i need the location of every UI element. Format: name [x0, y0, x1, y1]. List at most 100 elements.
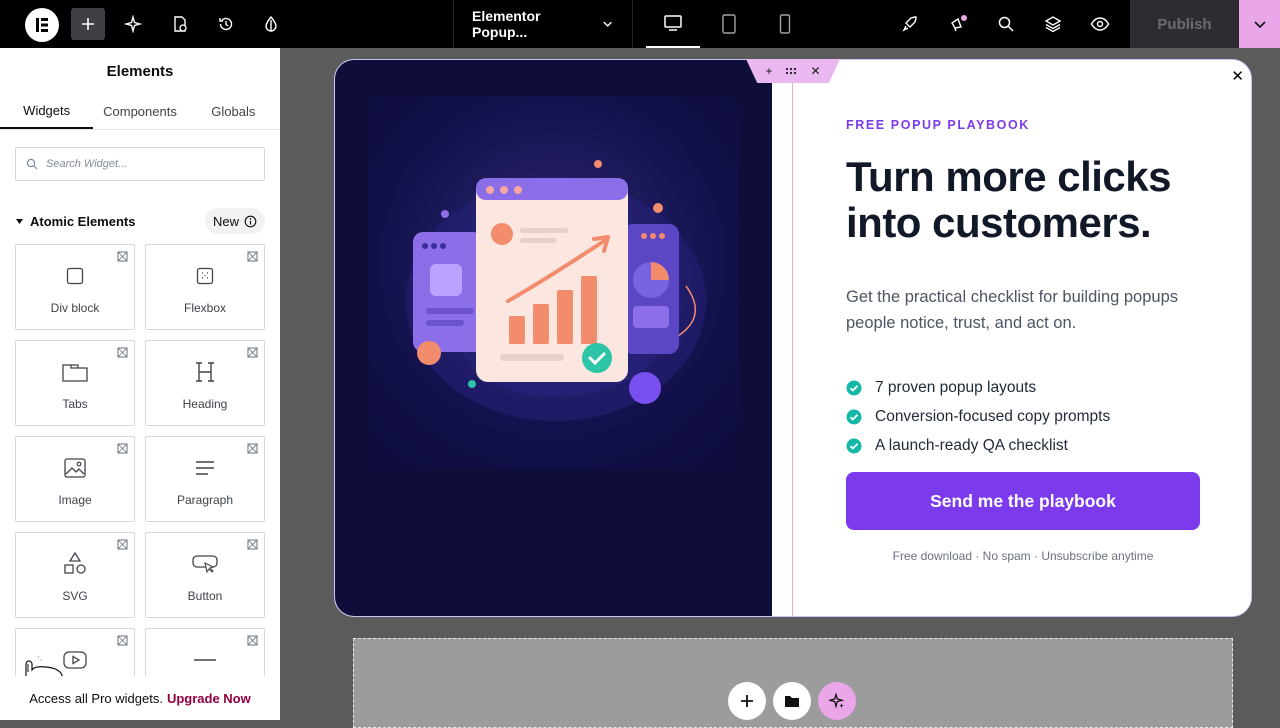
widget-label: Button [187, 589, 223, 603]
popup-illustration [368, 96, 738, 468]
history-icon[interactable] [211, 0, 241, 48]
tabs-icon [62, 364, 88, 382]
pro-lock-icon [247, 539, 258, 550]
chevron-down-icon [603, 21, 612, 27]
popup-container[interactable]: FREE POPUP PLAYBOOK Turn more clicks int… [334, 59, 1252, 617]
popup-content-column: FREE POPUP PLAYBOOK Turn more clicks int… [772, 60, 1251, 616]
widget-tabs[interactable]: Tabs [15, 340, 135, 426]
cta-button[interactable]: Send me the playbook [846, 472, 1200, 530]
list-item-text: A launch-ready QA checklist [875, 436, 1068, 454]
elements-panel: Elements Widgets Components Globals Sear… [0, 48, 280, 720]
widget-image[interactable]: Image [15, 436, 135, 522]
widget-label: Flexbox [183, 301, 227, 315]
chevron-down-icon [1253, 21, 1266, 29]
widget-label: Tabs [62, 397, 88, 411]
list-item: Conversion-focused copy prompts [846, 402, 1110, 431]
list-item: A launch-ready QA checklist [846, 431, 1110, 460]
pro-lock-icon [247, 443, 258, 454]
pro-lock-icon [247, 251, 258, 262]
container-handle[interactable]: + ✕ [746, 59, 840, 83]
plus-icon [741, 695, 753, 707]
tab-widgets[interactable]: Widgets [0, 94, 94, 129]
pro-lock-icon [117, 347, 128, 358]
folder-icon [785, 696, 799, 707]
style-drop-icon[interactable] [256, 0, 286, 48]
new-badge: New [204, 208, 265, 234]
tablet-view-button[interactable] [702, 0, 756, 48]
launch-rocket-icon[interactable] [895, 0, 925, 48]
document-title: Elementor Popup... [472, 8, 541, 40]
notifications-icon[interactable] [943, 0, 973, 48]
ai-sparkle-icon[interactable] [118, 0, 148, 48]
site-settings-icon[interactable] [165, 0, 195, 48]
delete-container-icon[interactable]: ✕ [810, 64, 820, 78]
svg-icon [64, 551, 86, 574]
button-icon [192, 555, 218, 574]
widget-flexbox[interactable]: Flexbox [145, 244, 265, 330]
upgrade-text: Access all Pro widgets. [29, 690, 163, 706]
widget-label: Paragraph [176, 493, 234, 507]
widget-heading[interactable]: Heading [145, 340, 265, 426]
paragraph-icon [196, 461, 214, 475]
mobile-icon [779, 14, 791, 34]
add-section-button[interactable] [728, 682, 766, 720]
panel-tabs: Widgets Components Globals [0, 94, 280, 130]
info-icon [244, 215, 257, 227]
document-title-dropdown[interactable]: Elementor Popup... [453, 0, 633, 48]
check-circle-icon [846, 409, 862, 424]
check-circle-icon [846, 438, 862, 453]
pro-lock-icon [117, 635, 128, 646]
div-block-icon [66, 267, 84, 285]
panel-title: Elements [106, 62, 174, 80]
ai-generate-button[interactable] [818, 682, 856, 720]
top-bar: Elementor Popup... Publish [0, 0, 1280, 48]
list-item-text: Conversion-focused copy prompts [875, 407, 1111, 425]
mobile-view-button[interactable] [758, 0, 812, 48]
upgrade-now-link[interactable]: Upgrade Now [167, 691, 251, 706]
widget-svg[interactable]: SVG [15, 532, 135, 618]
preview-eye-icon[interactable] [1085, 0, 1115, 48]
analytics-illustration [406, 160, 706, 421]
drag-grid-icon[interactable] [785, 67, 797, 75]
desktop-view-button[interactable] [646, 0, 700, 48]
category-atomic-elements[interactable]: Atomic Elements New [15, 208, 265, 234]
desktop-icon [664, 15, 682, 31]
search-icon [26, 158, 38, 170]
search-icon[interactable] [991, 0, 1021, 48]
pro-lock-icon [117, 539, 128, 550]
add-template-button[interactable] [773, 682, 811, 720]
ai-sparkle-icon [829, 693, 845, 709]
widget-label: Heading [182, 397, 228, 411]
layers-icon[interactable] [1038, 0, 1068, 48]
list-item: 7 proven popup layouts [846, 373, 1110, 402]
widget-label: Image [58, 493, 92, 507]
pro-lock-icon [117, 251, 128, 262]
widget-div-block[interactable]: Div block [15, 244, 135, 330]
add-container-icon[interactable]: + [765, 64, 772, 78]
upgrade-banner: Access all Pro widgets. Upgrade Now [0, 676, 280, 720]
caret-down-icon [16, 218, 23, 224]
widget-button[interactable]: Button [145, 532, 265, 618]
popup-image-column [335, 60, 772, 616]
divider-icon [194, 659, 216, 661]
close-popup-icon[interactable]: ✕ [1231, 67, 1244, 85]
list-item-text: 7 proven popup layouts [875, 378, 1037, 396]
search-placeholder: Search Widget... [46, 158, 128, 170]
widget-paragraph[interactable]: Paragraph [145, 436, 265, 522]
pro-lock-icon [247, 635, 258, 646]
benefit-list: 7 proven popup layouts Conversion-focuse… [846, 373, 1110, 460]
widget-label: Div block [50, 301, 100, 315]
fine-print: Free download · No spam · Unsubscribe an… [892, 549, 1154, 563]
category-label: Atomic Elements [30, 213, 136, 229]
tab-components[interactable]: Components [93, 94, 186, 129]
popup-headline: Turn more clicks into customers. [846, 153, 1172, 246]
popup-subtext: Get the practical checklist for building… [846, 288, 1179, 332]
publish-options-button[interactable] [1239, 0, 1280, 48]
publish-button[interactable]: Publish [1130, 0, 1239, 48]
search-widget-input[interactable]: Search Widget... [15, 147, 265, 181]
pro-lock-icon [117, 443, 128, 454]
elementor-logo-icon[interactable] [25, 8, 59, 42]
eyebrow-text: FREE POPUP PLAYBOOK [846, 118, 1030, 132]
tab-globals[interactable]: Globals [187, 94, 280, 129]
add-element-button[interactable] [71, 8, 105, 40]
